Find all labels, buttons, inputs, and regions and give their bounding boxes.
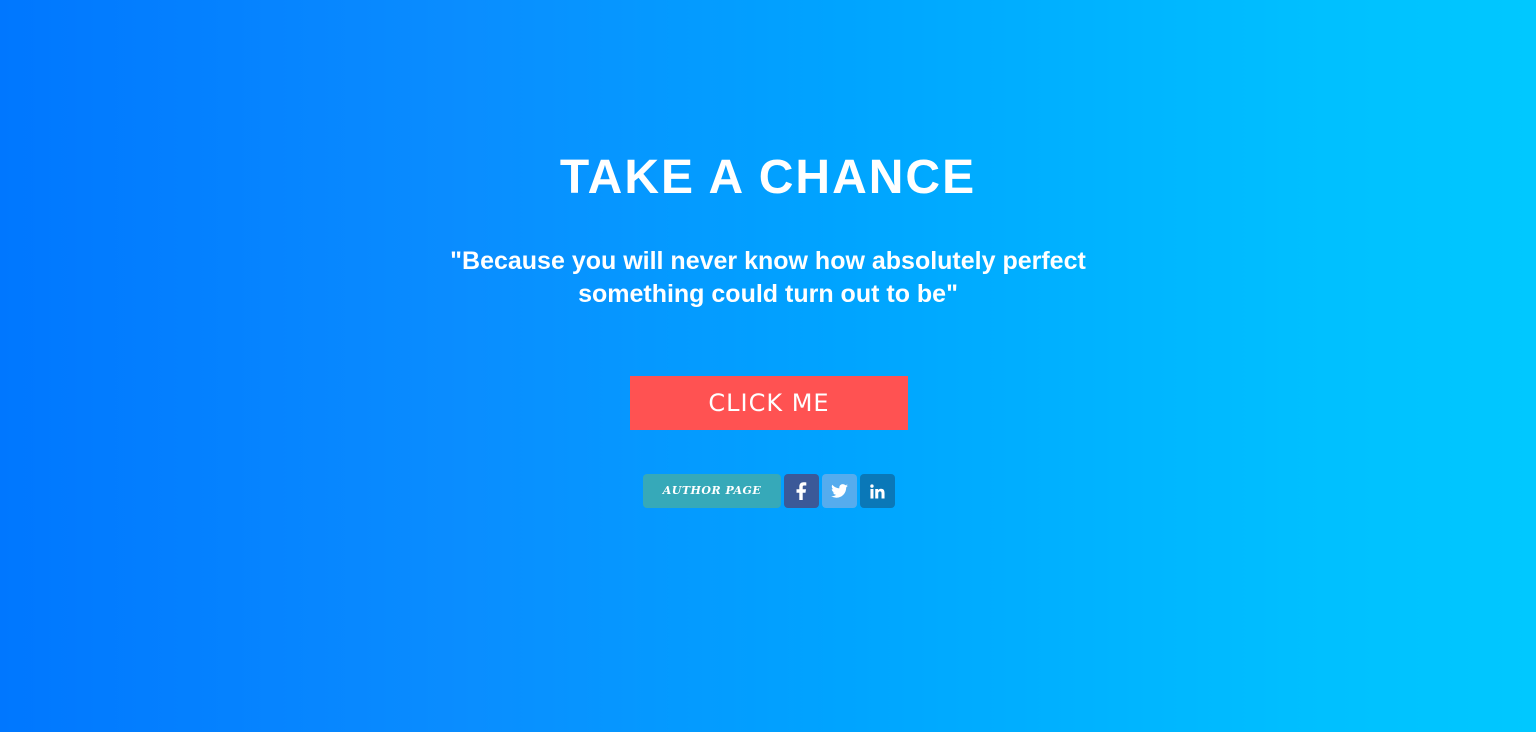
social-links: AUTHOR PAGE xyxy=(643,474,895,508)
facebook-button[interactable] xyxy=(784,474,819,508)
hero-section: TAKE A CHANCE "Because you will never kn… xyxy=(0,0,1536,732)
linkedin-button[interactable] xyxy=(860,474,895,508)
linkedin-icon xyxy=(870,483,885,499)
twitter-button[interactable] xyxy=(822,474,857,508)
click-me-button[interactable]: CLICK ME xyxy=(630,376,908,430)
quote-text: "Because you will never know how absolut… xyxy=(450,247,1086,308)
facebook-icon xyxy=(795,482,809,500)
page-title: TAKE A CHANCE xyxy=(559,151,977,204)
author-page-button[interactable]: AUTHOR PAGE xyxy=(643,474,781,508)
twitter-icon xyxy=(831,484,848,498)
